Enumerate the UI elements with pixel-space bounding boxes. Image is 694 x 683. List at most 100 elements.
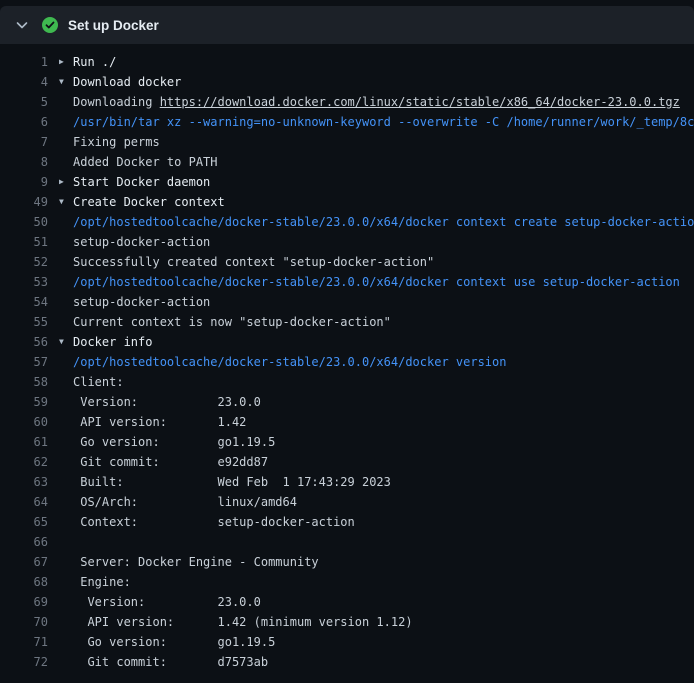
log-text: Successfully created context "setup-dock… (73, 252, 434, 272)
log-line: 64 OS/Arch: linux/amd64 (0, 492, 694, 512)
indent-spacer (59, 512, 73, 532)
log-text: setup-docker-action (73, 292, 210, 312)
line-number[interactable]: 9 (0, 172, 48, 192)
line-number[interactable]: 57 (0, 352, 48, 372)
line-content: Git commit: e92dd87 (59, 452, 268, 472)
line-number[interactable]: 49 (0, 192, 48, 212)
line-content: Go version: go1.19.5 (59, 632, 275, 652)
line-content: Go version: go1.19.5 (59, 432, 275, 452)
group-expand-icon[interactable]: ▶ (59, 52, 73, 72)
log-line: 68 Engine: (0, 572, 694, 592)
line-number[interactable]: 60 (0, 412, 48, 432)
line-number[interactable]: 7 (0, 132, 48, 152)
log-link[interactable]: https://download.docker.com/linux/static… (160, 92, 680, 112)
line-number[interactable]: 5 (0, 92, 48, 112)
group-label: Start Docker daemon (73, 172, 210, 192)
line-number[interactable]: 72 (0, 652, 48, 672)
indent-spacer (59, 652, 73, 672)
step-header[interactable]: Set up Docker (0, 6, 694, 44)
indent-spacer (59, 352, 73, 372)
log-line: 9 ▶Start Docker daemon (0, 172, 694, 192)
log-line: 71 Go version: go1.19.5 (0, 632, 694, 652)
line-number[interactable]: 1 (0, 52, 48, 72)
line-content: Version: 23.0.0 (59, 392, 261, 412)
group-collapse-icon[interactable]: ▼ (59, 72, 73, 92)
line-number[interactable]: 55 (0, 312, 48, 332)
line-number[interactable]: 65 (0, 512, 48, 532)
command-text: /opt/hostedtoolcache/docker-stable/23.0.… (73, 212, 694, 232)
log-line: 1 ▶Run ./ (0, 52, 694, 72)
indent-spacer (59, 432, 73, 452)
log-line: 69 Version: 23.0.0 (0, 592, 694, 612)
line-number[interactable]: 70 (0, 612, 48, 632)
log-line: 49▼Create Docker context (0, 192, 694, 212)
line-content: ▶Start Docker daemon (59, 172, 210, 192)
line-content: Fixing perms (59, 132, 160, 152)
log-line: 67 Server: Docker Engine - Community (0, 552, 694, 572)
line-number[interactable]: 67 (0, 552, 48, 572)
line-content: Built: Wed Feb 1 17:43:29 2023 (59, 472, 391, 492)
line-content: /opt/hostedtoolcache/docker-stable/23.0.… (59, 212, 694, 232)
line-content (59, 532, 73, 552)
log-text: Built: Wed Feb 1 17:43:29 2023 (73, 472, 391, 492)
line-number[interactable]: 6 (0, 112, 48, 132)
group-expand-icon[interactable]: ▶ (59, 172, 73, 192)
line-number[interactable]: 59 (0, 392, 48, 412)
log-text: Go version: go1.19.5 (73, 432, 275, 452)
indent-spacer (59, 592, 73, 612)
line-content: Added Docker to PATH (59, 152, 218, 172)
indent-spacer (59, 632, 73, 652)
line-number[interactable]: 51 (0, 232, 48, 252)
log-text: Git commit: e92dd87 (73, 452, 268, 472)
indent-spacer (59, 272, 73, 292)
line-content: Version: 23.0.0 (59, 592, 261, 612)
indent-spacer (59, 292, 73, 312)
indent-spacer (59, 472, 73, 492)
log-line: 6/usr/bin/tar xz --warning=no-unknown-ke… (0, 112, 694, 132)
log-text: Server: Docker Engine - Community (73, 552, 319, 572)
indent-spacer (59, 112, 73, 132)
group-collapse-icon[interactable]: ▼ (59, 192, 73, 212)
line-content: Server: Docker Engine - Community (59, 552, 319, 572)
line-number[interactable]: 56 (0, 332, 48, 352)
indent-spacer (59, 312, 73, 332)
log-line: 62 Git commit: e92dd87 (0, 452, 694, 472)
line-number[interactable]: 63 (0, 472, 48, 492)
line-number[interactable]: 64 (0, 492, 48, 512)
line-content: /opt/hostedtoolcache/docker-stable/23.0.… (59, 272, 680, 292)
log-text: Go version: go1.19.5 (73, 632, 275, 652)
indent-spacer (59, 392, 73, 412)
log-text: Version: 23.0.0 (73, 392, 261, 412)
line-number[interactable]: 58 (0, 372, 48, 392)
line-content: ▶Run ./ (59, 52, 116, 72)
line-content: ▼Docker info (59, 332, 152, 352)
line-number[interactable]: 71 (0, 632, 48, 652)
line-number[interactable]: 4 (0, 72, 48, 92)
group-collapse-icon[interactable]: ▼ (59, 332, 73, 352)
line-content: Context: setup-docker-action (59, 512, 355, 532)
chevron-down-icon[interactable] (14, 17, 30, 33)
log-text: Added Docker to PATH (73, 152, 218, 172)
line-number[interactable]: 69 (0, 592, 48, 612)
log-text: Current context is now "setup-docker-act… (73, 312, 391, 332)
log-line: 51setup-docker-action (0, 232, 694, 252)
line-number[interactable]: 54 (0, 292, 48, 312)
line-number[interactable]: 61 (0, 432, 48, 452)
log-text: Version: 23.0.0 (73, 592, 261, 612)
log-text: Engine: (73, 572, 131, 592)
log-line: 53/opt/hostedtoolcache/docker-stable/23.… (0, 272, 694, 292)
line-number[interactable]: 62 (0, 452, 48, 472)
line-content: /usr/bin/tar xz --warning=no-unknown-key… (59, 112, 694, 132)
line-content: Engine: (59, 572, 131, 592)
line-number[interactable]: 52 (0, 252, 48, 272)
line-number[interactable]: 8 (0, 152, 48, 172)
log-line: 8 Added Docker to PATH (0, 152, 694, 172)
line-content: Successfully created context "setup-dock… (59, 252, 434, 272)
line-number[interactable]: 53 (0, 272, 48, 292)
log-line: 5Downloading https://download.docker.com… (0, 92, 694, 112)
log-line: 72 Git commit: d7573ab (0, 652, 694, 672)
line-number[interactable]: 68 (0, 572, 48, 592)
line-number[interactable]: 66 (0, 532, 48, 552)
line-content: Git commit: d7573ab (59, 652, 268, 672)
line-number[interactable]: 50 (0, 212, 48, 232)
